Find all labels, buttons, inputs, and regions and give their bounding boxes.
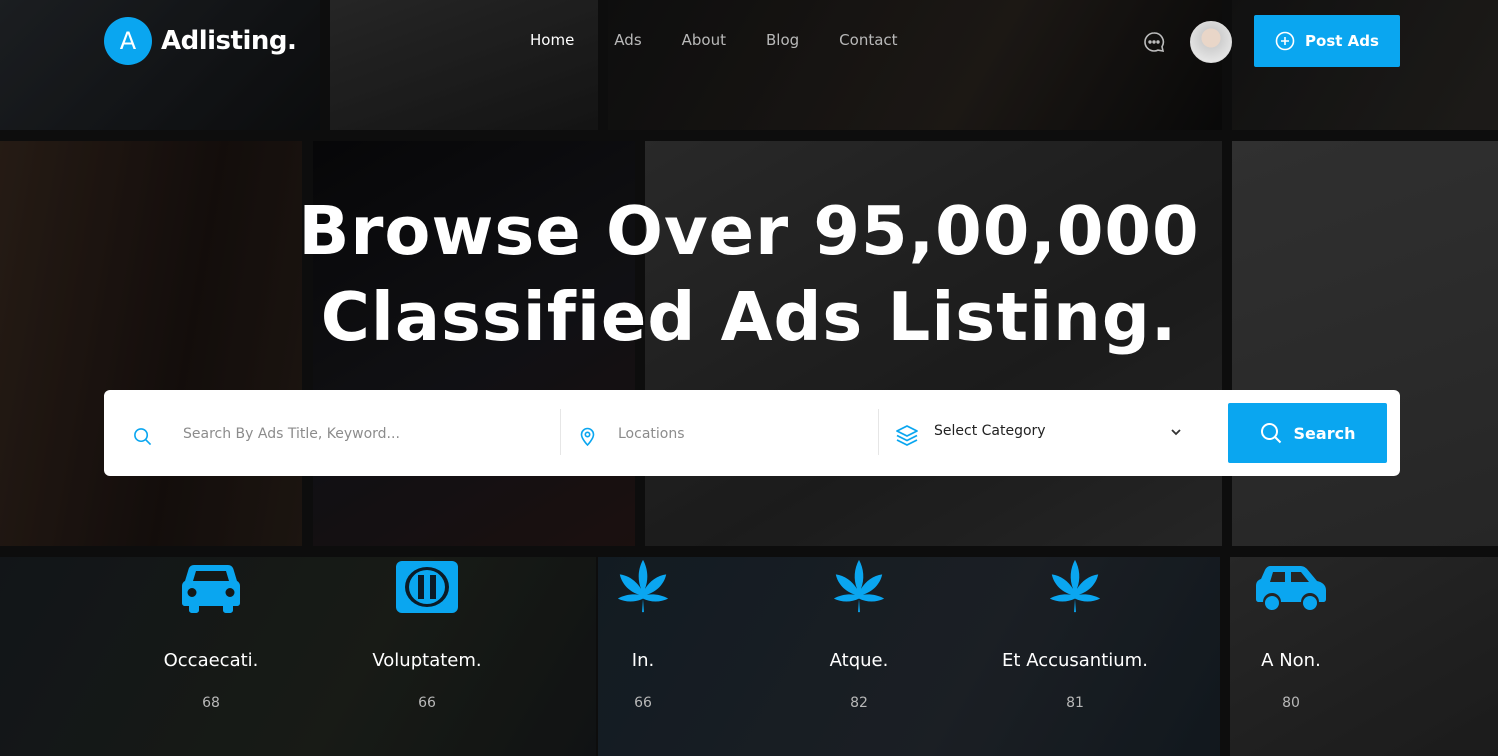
category-count: 66	[418, 695, 436, 711]
search-icon	[134, 428, 152, 446]
post-ads-button[interactable]: Post Ads	[1254, 15, 1400, 67]
category-count: 66	[634, 695, 652, 711]
search-button[interactable]: Search	[1228, 403, 1387, 463]
category-count: 81	[1066, 695, 1084, 711]
nav-about[interactable]: About	[682, 31, 726, 49]
category-item[interactable]: Et Accusantium. 81	[980, 556, 1170, 711]
location-pin-icon	[580, 427, 595, 446]
category-name: A Non.	[1261, 650, 1321, 671]
divider	[878, 409, 879, 455]
leaf-icon	[779, 556, 939, 618]
search-bar: Select Category Search	[104, 390, 1400, 476]
layers-icon	[896, 425, 918, 446]
category-item[interactable]: In. 66	[563, 556, 723, 711]
main-nav: Home Ads About Blog Contact	[530, 31, 938, 49]
leaf-icon	[980, 556, 1170, 618]
nav-contact[interactable]: Contact	[839, 31, 897, 49]
category-count: 80	[1282, 695, 1300, 711]
car-icon	[131, 556, 291, 618]
nav-blog[interactable]: Blog	[766, 31, 799, 49]
site-header: A Adlisting. Home Ads About Blog Contact…	[0, 0, 1498, 82]
leaf-icon	[563, 556, 723, 618]
hero-title-line2: Classified Ads Listing.	[320, 278, 1178, 356]
category-select[interactable]: Select Category	[934, 423, 1046, 439]
user-avatar[interactable]	[1190, 21, 1232, 63]
category-name: Et Accusantium.	[1002, 650, 1148, 671]
category-name: Atque.	[829, 650, 889, 671]
plus-circle-icon	[1275, 31, 1295, 51]
chat-icon[interactable]	[1142, 30, 1166, 54]
logo-text: Adlisting.	[161, 26, 297, 56]
nav-ads[interactable]: Ads	[614, 31, 641, 49]
category-count: 82	[850, 695, 868, 711]
car-side-icon	[1211, 556, 1371, 618]
logo-mark: A	[104, 17, 152, 65]
category-item[interactable]: Voluptatem. 66	[347, 556, 507, 711]
location-input[interactable]	[616, 423, 860, 445]
search-button-label: Search	[1293, 423, 1356, 443]
hero-title: Browse Over 95,00,000 Classified Ads Lis…	[0, 188, 1498, 360]
site-logo[interactable]: A Adlisting.	[104, 17, 297, 65]
diners-club-icon	[347, 556, 507, 618]
category-item[interactable]: A Non. 80	[1211, 556, 1371, 711]
category-name: Occaecati.	[163, 650, 259, 671]
category-item[interactable]: Atque. 82	[779, 556, 939, 711]
category-count: 68	[202, 695, 220, 711]
category-item[interactable]: Occaecati. 68	[131, 556, 291, 711]
divider	[560, 409, 561, 455]
post-ads-label: Post Ads	[1305, 32, 1379, 50]
hero-title-line1: Browse Over 95,00,000	[298, 192, 1200, 270]
keyword-search-input[interactable]	[181, 423, 545, 445]
chevron-down-icon[interactable]	[1169, 425, 1183, 439]
category-name: Voluptatem.	[372, 650, 482, 671]
category-name: In.	[631, 650, 655, 671]
nav-home[interactable]: Home	[530, 31, 574, 49]
search-icon	[1260, 423, 1281, 444]
